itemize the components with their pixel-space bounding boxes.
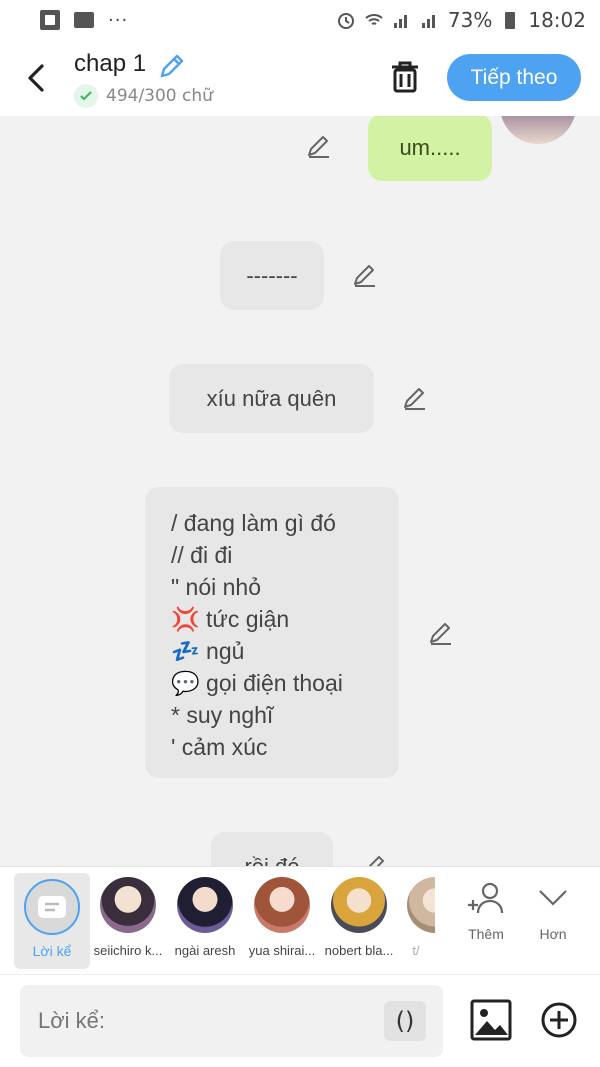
signal-icon-2	[421, 15, 435, 28]
legend-line: 💬 gọi điện thoại	[171, 670, 343, 696]
avatar	[331, 877, 387, 933]
next-button[interactable]: Tiếp theo	[447, 54, 581, 101]
avatar	[407, 877, 435, 933]
more-characters-button[interactable]: Hơn	[523, 881, 583, 942]
check-icon	[74, 84, 98, 108]
word-count: 494/300 chữ	[74, 84, 213, 108]
editor-header: chap 1 494/300 chữ Tiếp theo	[0, 40, 600, 116]
chat-area[interactable]: um..... ------- xíu nữa quên / đang làm …	[0, 116, 600, 866]
more-notifications-icon: ···	[108, 9, 129, 31]
word-count-text: 494/300 chữ	[106, 86, 213, 106]
clock: 18:02	[528, 8, 586, 32]
legend-line: / đang làm gì đó	[171, 510, 336, 536]
trash-icon[interactable]	[388, 58, 422, 94]
character-item[interactable]: seiichiro k...	[88, 877, 168, 958]
flipboard-icon	[40, 10, 60, 30]
character-avatar[interactable]	[500, 116, 576, 144]
legend-line: " nói nhỏ	[171, 574, 262, 600]
character-name: t/	[412, 943, 420, 958]
legend-line: // đi đi	[171, 542, 233, 568]
character-item[interactable]: ngài aresh	[165, 877, 245, 958]
add-icon[interactable]	[540, 1001, 578, 1039]
image-icon[interactable]	[470, 999, 512, 1041]
character-name: nobert bla...	[324, 943, 394, 958]
narration-bubble[interactable]: -------	[220, 241, 324, 310]
chapter-title[interactable]: chap 1	[74, 50, 146, 78]
more-label: Hơn	[539, 926, 567, 942]
message-input[interactable]	[20, 985, 443, 1057]
character-name: seiichiro k...	[93, 943, 163, 958]
chevron-down-icon	[539, 890, 567, 906]
avatar	[100, 877, 156, 933]
edit-message-icon[interactable]	[306, 133, 332, 159]
alarm-icon	[337, 13, 354, 29]
legend-line: 💤 ngủ	[171, 638, 245, 664]
signal-icon	[393, 15, 407, 28]
narrator-selector[interactable]: Lời kể	[14, 873, 90, 969]
input-bar: ()	[0, 974, 600, 1067]
edit-message-icon[interactable]	[402, 385, 428, 411]
add-character-button[interactable]: Thêm	[456, 881, 516, 942]
narrator-label: Lời kể	[32, 943, 72, 959]
add-person-icon	[468, 882, 504, 914]
legend-line: 💢 tức giận	[171, 606, 290, 632]
wifi-icon	[365, 14, 383, 25]
narration-bubble-legend[interactable]: / đang làm gì đó // đi đi " nói nhỏ 💢 tứ…	[145, 487, 399, 778]
status-bar: ··· 73% 18:02	[0, 0, 600, 40]
edit-message-icon[interactable]	[362, 853, 388, 866]
legend-line: ' cảm xúc	[171, 734, 268, 760]
character-name: ngài aresh	[174, 943, 236, 958]
battery-icon	[505, 12, 516, 29]
character-bar: Lời kể seiichiro k... ngài aresh yua shi…	[0, 866, 600, 974]
message-bubble[interactable]: um.....	[368, 116, 492, 181]
back-icon[interactable]	[22, 60, 52, 96]
legend-line: * suy nghĩ	[171, 702, 274, 728]
character-item[interactable]: yua shirai...	[242, 877, 322, 958]
character-item[interactable]: t/	[397, 877, 435, 958]
narrator-icon	[24, 879, 80, 935]
add-label: Thêm	[468, 926, 504, 942]
edit-title-icon[interactable]	[158, 52, 186, 80]
avatar	[254, 877, 310, 933]
edit-message-icon[interactable]	[428, 620, 454, 646]
parentheses-button[interactable]: ()	[384, 1001, 426, 1041]
avatar	[177, 877, 233, 933]
character-name: yua shirai...	[248, 943, 316, 958]
narration-bubble[interactable]: rồi đó	[211, 832, 333, 866]
narration-bubble[interactable]: xíu nữa quên	[169, 364, 374, 433]
character-item[interactable]: nobert bla...	[319, 877, 399, 958]
battery-percent: 73%	[447, 8, 493, 32]
message-notification-icon	[74, 12, 94, 28]
edit-message-icon[interactable]	[352, 262, 378, 288]
